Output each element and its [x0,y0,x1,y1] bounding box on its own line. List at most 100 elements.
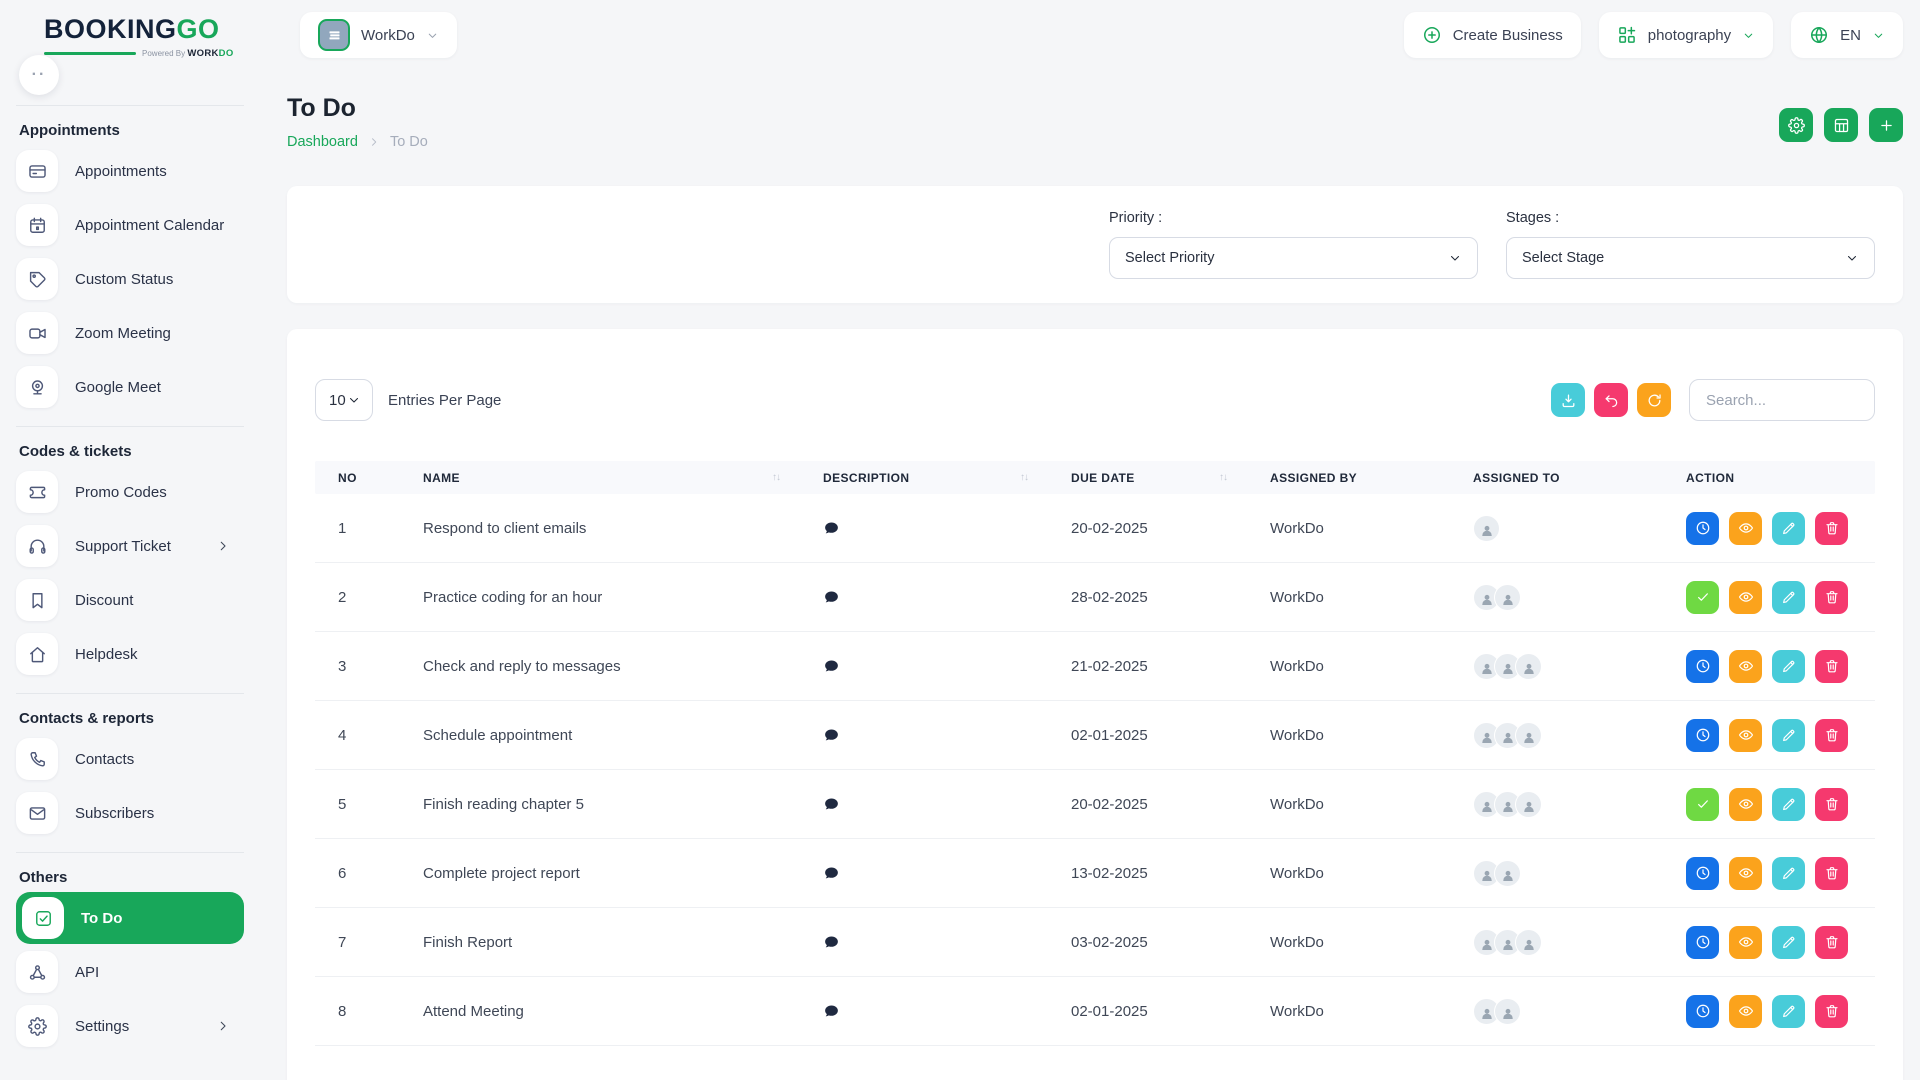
delete-button[interactable] [1815,650,1848,683]
column-header-name[interactable]: NAME↑↓ [400,471,800,485]
delete-button[interactable] [1815,857,1848,890]
sidebar-item-discount[interactable]: Discount [16,574,244,626]
sidebar-item-helpdesk[interactable]: Helpdesk [16,628,244,680]
delete-button[interactable] [1815,926,1848,959]
schedule-button[interactable] [1686,650,1719,683]
chevron-down-icon [1742,29,1755,42]
comment-icon[interactable] [823,865,840,882]
sidebar-item-appointment-calendar[interactable]: Appointment Calendar [16,199,244,251]
sidebar-item-settings[interactable]: Settings [16,1000,244,1052]
sort-icon[interactable]: ↑↓ [1219,472,1227,483]
comment-icon[interactable] [823,589,840,606]
comment-icon[interactable] [823,1003,840,1020]
column-header-description[interactable]: DESCRIPTION↑↓ [800,471,1048,485]
brand-wordmark: BOOKINGGO [44,14,234,45]
row-number: 1 [315,520,400,537]
section-title-others: Others [19,869,244,886]
sidebar: BOOKINGGO Powered By WORKDO ·· Appointme… [0,0,260,1080]
assigned-by: WorkDo [1247,520,1450,537]
phone-icon [16,738,58,780]
delete-button[interactable] [1815,719,1848,752]
view-button[interactable] [1729,788,1762,821]
schedule-button[interactable] [1686,719,1719,752]
export-button[interactable] [1551,383,1585,417]
business-selector[interactable]: WorkDo [300,12,457,58]
sidebar-item-google-meet[interactable]: Google Meet [16,361,244,413]
sidebar-toggle-button[interactable]: ·· [19,55,59,95]
view-button[interactable] [1729,581,1762,614]
column-header-assigned-by: ASSIGNED BY [1247,471,1450,485]
edit-button[interactable] [1772,512,1805,545]
edit-button[interactable] [1772,719,1805,752]
schedule-button[interactable] [1686,857,1719,890]
language-selector[interactable]: EN [1791,12,1903,58]
sidebar-item-api[interactable]: API [16,946,244,998]
settings-button[interactable] [1779,108,1813,142]
sidebar-item-appointments[interactable]: Appointments [16,145,244,197]
row-number: 8 [315,1003,400,1020]
assignee-avatars [1450,860,1663,887]
due-date: 02-01-2025 [1048,1003,1247,1020]
sidebar-item-label: To Do [81,910,244,927]
complete-button[interactable] [1686,788,1719,821]
assignee-avatars [1450,722,1663,749]
due-date: 13-02-2025 [1048,865,1247,882]
schedule-button[interactable] [1686,512,1719,545]
sidebar-item-to-do[interactable]: To Do [16,892,244,944]
sidebar-item-support-ticket[interactable]: Support Ticket [16,520,244,572]
plus-circle-icon [1422,25,1442,45]
reset-button[interactable] [1594,383,1628,417]
section-title-contacts-reports: Contacts & reports [19,710,244,727]
edit-button[interactable] [1772,581,1805,614]
assignee-avatars [1450,929,1663,956]
entries-per-page-select[interactable]: 10 [315,379,373,421]
sidebar-item-zoom-meeting[interactable]: Zoom Meeting [16,307,244,359]
category-selector[interactable]: photography [1599,12,1773,58]
due-date: 21-02-2025 [1048,658,1247,675]
edit-button[interactable] [1772,857,1805,890]
sidebar-item-contacts[interactable]: Contacts [16,733,244,785]
edit-button[interactable] [1772,650,1805,683]
comment-icon[interactable] [823,796,840,813]
edit-button[interactable] [1772,788,1805,821]
view-button[interactable] [1729,650,1762,683]
edit-button[interactable] [1772,995,1805,1028]
add-todo-button[interactable] [1869,108,1903,142]
comment-icon[interactable] [823,658,840,675]
sort-icon[interactable]: ↑↓ [1020,472,1028,483]
delete-button[interactable] [1815,581,1848,614]
create-business-button[interactable]: Create Business [1404,12,1581,58]
stage-select[interactable]: Select Stage [1506,237,1875,279]
complete-button[interactable] [1686,581,1719,614]
comment-icon[interactable] [823,934,840,951]
priority-select[interactable]: Select Priority [1109,237,1478,279]
view-button[interactable] [1729,857,1762,890]
refresh-button[interactable] [1637,383,1671,417]
comment-icon[interactable] [823,520,840,537]
row-actions [1663,719,1875,752]
sidebar-item-custom-status[interactable]: Custom Status [16,253,244,305]
view-button[interactable] [1729,926,1762,959]
edit-button[interactable] [1772,926,1805,959]
row-number: 5 [315,796,400,813]
view-button[interactable] [1729,512,1762,545]
row-number: 2 [315,589,400,606]
schedule-button[interactable] [1686,995,1719,1028]
brand-logo[interactable]: BOOKINGGO Powered By WORKDO [44,14,234,59]
sidebar-item-label: Zoom Meeting [75,325,244,342]
column-header-due-date[interactable]: DUE DATE↑↓ [1048,471,1247,485]
sidebar-item-subscribers[interactable]: Subscribers [16,787,244,839]
delete-button[interactable] [1815,788,1848,821]
due-date: 20-02-2025 [1048,520,1247,537]
grid-view-button[interactable] [1824,108,1858,142]
delete-button[interactable] [1815,995,1848,1028]
view-button[interactable] [1729,719,1762,752]
sort-icon[interactable]: ↑↓ [772,472,780,483]
schedule-button[interactable] [1686,926,1719,959]
view-button[interactable] [1729,995,1762,1028]
delete-button[interactable] [1815,512,1848,545]
search-input[interactable] [1689,379,1875,421]
breadcrumb-dashboard-link[interactable]: Dashboard [287,134,358,150]
comment-icon[interactable] [823,727,840,744]
sidebar-item-promo-codes[interactable]: Promo Codes [16,466,244,518]
